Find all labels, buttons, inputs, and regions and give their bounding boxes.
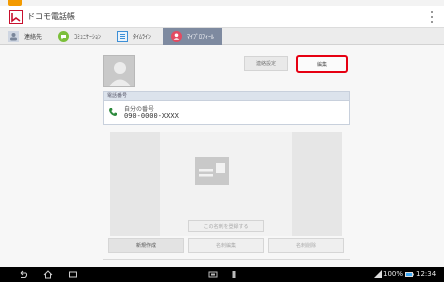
chat-icon [58, 30, 70, 42]
system-navigation-bar: 100% 12:34 [0, 267, 444, 282]
docomo-phonebook-logo-icon [9, 9, 23, 24]
tab-bar: 連絡先 ｺﾐｭﾆｹｰｼｮﾝ ﾀｲﾑﾗｲﾝ ﾏｲﾌﾟﾛﾌｨｰﾙ [0, 27, 444, 45]
tab-contacts[interactable]: 連絡先 [0, 28, 50, 45]
own-number-row[interactable]: 自分の番号 090-0000-XXXX [104, 101, 349, 125]
tab-my-profile-label: ﾏｲﾌﾟﾛﾌｨｰﾙ [187, 33, 215, 41]
app-title: ドコモ電話帳 [27, 12, 75, 21]
small-app-icon[interactable] [229, 270, 239, 279]
person-silhouette-icon [104, 56, 134, 86]
edit-card-button[interactable]: 名刺編集 [188, 238, 264, 253]
edit-button[interactable]: 編集 [296, 55, 348, 73]
home-icon[interactable] [43, 270, 53, 279]
battery-icon [405, 272, 414, 277]
back-icon[interactable] [18, 270, 28, 279]
overflow-menu-icon[interactable] [430, 11, 434, 23]
tab-timeline[interactable]: ﾀｲﾑﾗｲﾝ [109, 28, 159, 45]
delete-card-button[interactable]: 名刺削除 [268, 238, 344, 253]
tab-communication[interactable]: ｺﾐｭﾆｹｰｼｮﾝ [50, 28, 109, 45]
profile-content: 連絡設定 編集 電話番号 自分の番号 090-0000-XXXX この名刺を登録… [0, 45, 444, 267]
divider [103, 259, 350, 260]
tab-timeline-label: ﾀｲﾑﾗｲﾝ [133, 33, 152, 41]
own-number-value: 090-0000-XXXX [124, 112, 179, 120]
timeline-icon [117, 30, 129, 42]
tab-communication-label: ｺﾐｭﾆｹｰｼｮﾝ [74, 33, 102, 41]
new-card-button[interactable]: 新規作成 [108, 238, 184, 253]
avatar[interactable] [103, 55, 135, 87]
tab-my-profile[interactable]: ﾏｲﾌﾟﾛﾌｨｰﾙ [163, 27, 223, 45]
screenshot-icon[interactable] [208, 270, 218, 279]
register-card-button[interactable]: この名刺を登録する [188, 220, 264, 232]
business-card-icon [195, 157, 229, 185]
people-icon [8, 30, 19, 42]
clock: 12:34 [416, 270, 437, 278]
battery-percent: 100% [383, 270, 404, 278]
title-bar: ドコモ電話帳 [0, 6, 444, 28]
phone-section-label: 電話番号 [104, 92, 349, 101]
profile-icon [171, 30, 183, 42]
phone-number-section: 電話番号 自分の番号 090-0000-XXXX [103, 91, 350, 125]
contact-settings-button[interactable]: 連絡設定 [244, 56, 288, 71]
signal-icon [374, 270, 382, 278]
tab-contacts-label: 連絡先 [24, 33, 43, 41]
recent-apps-icon[interactable] [68, 270, 78, 279]
phone-icon [109, 108, 117, 116]
